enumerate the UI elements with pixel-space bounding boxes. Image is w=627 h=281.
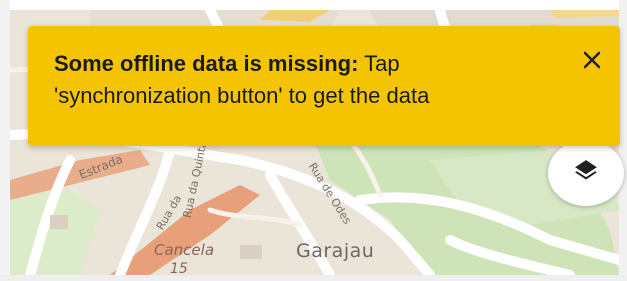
offline-data-notification: Some offline data is missing: Tap 'synch… <box>28 26 620 146</box>
map-label-cancela: Cancela <box>154 241 215 259</box>
left-edge <box>0 0 10 281</box>
close-button[interactable] <box>578 48 606 76</box>
map-label-garajau: Garajau <box>296 240 375 262</box>
close-icon <box>583 51 601 74</box>
right-edge <box>619 0 627 281</box>
notification-title: Some offline data is missing: <box>54 51 359 76</box>
map-label-number: 15 <box>170 261 188 275</box>
map-screen: Estrada Rua de Odes Rua da Rua da Quinta… <box>0 0 627 281</box>
bottom-edge <box>0 275 627 281</box>
notification-text: Some offline data is missing: Tap 'synch… <box>54 48 554 112</box>
layers-icon <box>573 158 599 189</box>
layers-button[interactable] <box>548 140 624 206</box>
